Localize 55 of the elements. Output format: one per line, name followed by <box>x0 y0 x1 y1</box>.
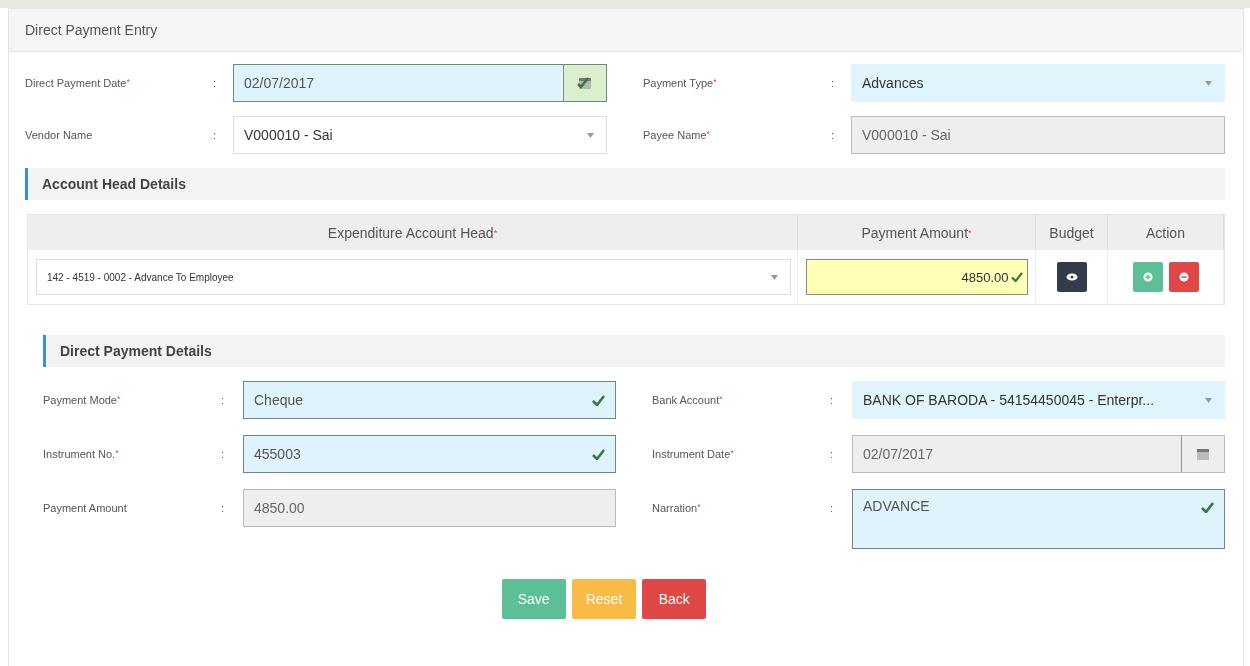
colon-separator: : <box>830 393 835 406</box>
date-field[interactable]: 02/07/2017 <box>233 64 607 102</box>
remove-button[interactable] <box>1168 262 1199 292</box>
input-field[interactable]: 4850.00 <box>243 489 616 527</box>
section-title: Account Head Details <box>42 176 186 192</box>
caret-icon <box>1205 80 1212 86</box>
column-header: Expenditure Account Head* <box>28 215 798 250</box>
colon-separator: : <box>213 76 218 89</box>
field-label: Payment Type* <box>643 76 718 89</box>
field-label: Instrument Date* <box>652 447 735 460</box>
date-field[interactable]: 02/07/2017 <box>852 435 1225 473</box>
check-icon <box>592 448 605 460</box>
colon-separator: : <box>221 393 226 406</box>
field-label: Direct Payment Date* <box>25 76 131 89</box>
caret-icon <box>587 132 594 138</box>
view-button[interactable] <box>1056 262 1087 292</box>
minus-icon <box>1178 272 1189 282</box>
field-label: Payment Amount <box>43 501 128 514</box>
field-label: Vendor Name <box>25 128 94 141</box>
text-area[interactable]: ADVANCE <box>852 489 1225 549</box>
plus-icon <box>1142 272 1153 282</box>
colon-separator: : <box>831 76 836 89</box>
check-icon <box>592 394 605 406</box>
field-label: Instrument No.* <box>43 447 120 460</box>
colon-separator: : <box>830 501 835 514</box>
caret-icon <box>1205 397 1212 403</box>
colon-separator: : <box>221 447 226 460</box>
select-field[interactable]: BANK OF BARODA - 54154450045 - Enterpr... <box>852 381 1225 419</box>
select-field[interactable]: V000010 - Sai <box>233 116 607 154</box>
panel-title: Direct Payment Entry <box>25 22 158 38</box>
field-label: Bank Account* <box>652 393 724 406</box>
column-header: Budget <box>1036 215 1108 250</box>
input-field[interactable]: 455003 <box>243 435 616 473</box>
calendar-check-icon[interactable] <box>563 65 606 101</box>
input-field[interactable]: Cheque <box>243 381 616 419</box>
colon-separator: : <box>221 501 226 514</box>
section-title: Direct Payment Details <box>60 343 212 359</box>
amount-field[interactable]: 4850.00 <box>805 259 1028 295</box>
colon-separator: : <box>213 128 218 141</box>
add-button[interactable] <box>1132 262 1163 292</box>
check-icon <box>1010 272 1023 282</box>
select-field[interactable]: 142 - 4519 - 0002 - Advance To Employee <box>36 259 791 295</box>
column-header: Action <box>1108 215 1224 250</box>
eye-icon <box>1065 273 1078 281</box>
column-header: Payment Amount* <box>798 215 1036 250</box>
field-label: Narration* <box>652 501 702 514</box>
field-label: Payment Mode* <box>43 393 122 406</box>
input-field[interactable]: V000010 - Sai <box>851 116 1225 154</box>
check-icon <box>1201 502 1214 513</box>
back-button[interactable]: Back <box>642 579 707 619</box>
field-label: Payee Name* <box>643 128 712 141</box>
select-field[interactable]: Advances <box>851 64 1225 102</box>
colon-separator: : <box>831 128 836 141</box>
caret-icon <box>771 274 778 280</box>
colon-separator: : <box>830 447 835 460</box>
